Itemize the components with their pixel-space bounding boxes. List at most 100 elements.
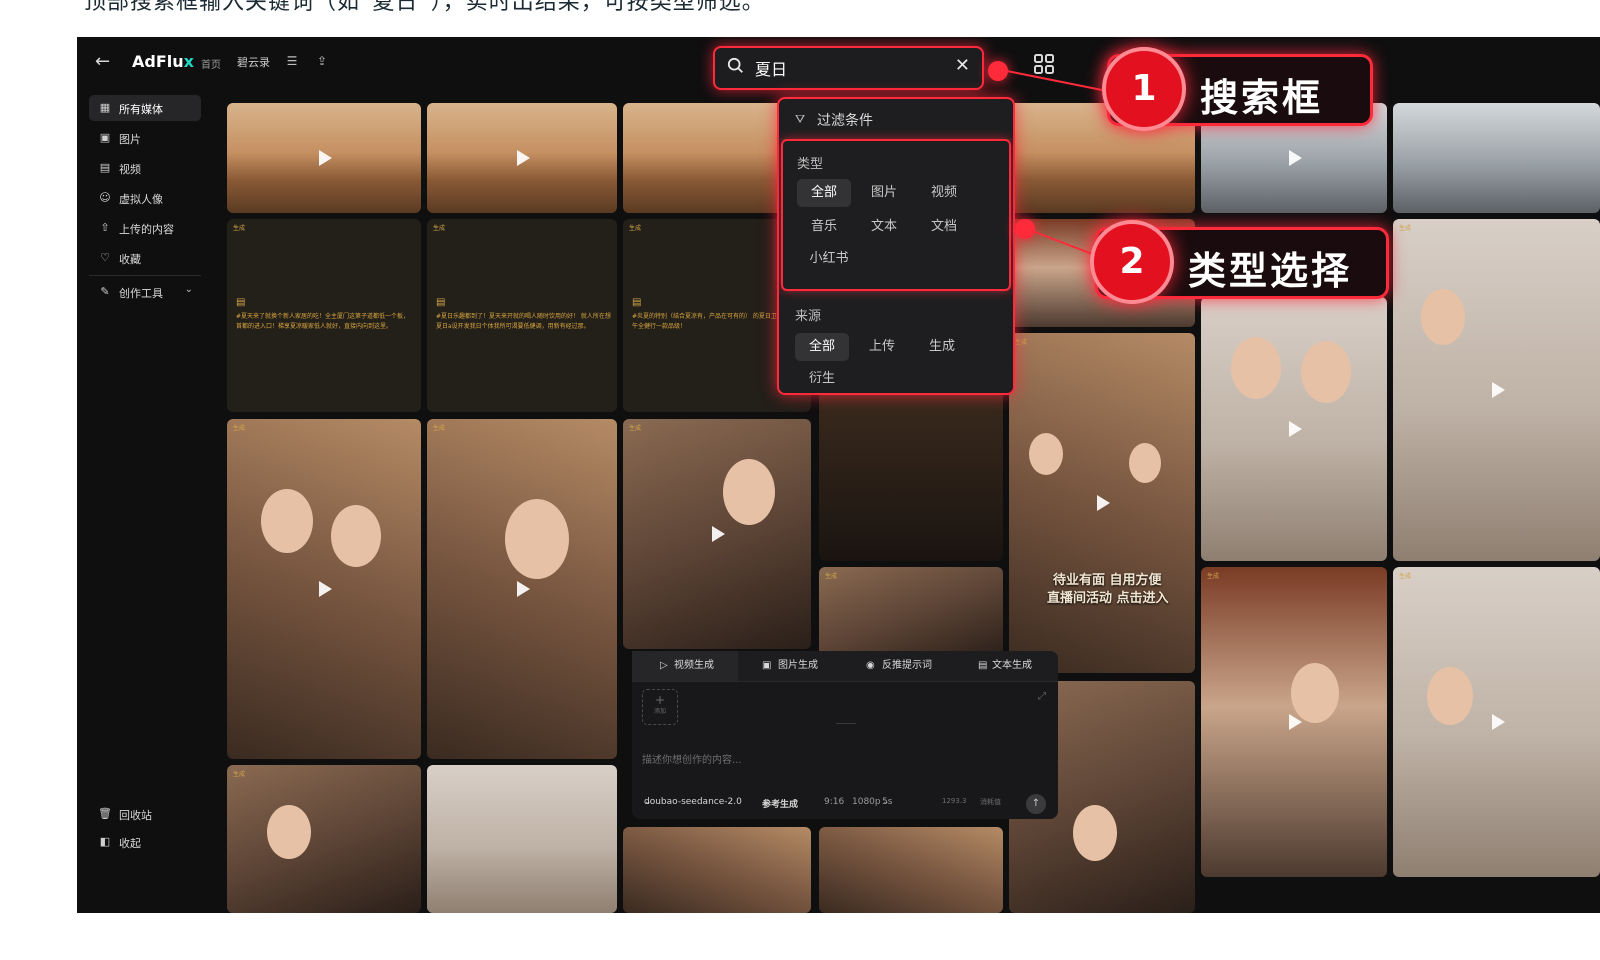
search-input[interactable]: 夏日 [755, 56, 787, 80]
media-tile-video[interactable]: 生成 [1201, 567, 1387, 877]
media-tile-document[interactable]: 生成 ▤ #夏日乐趣都到了！夏天来开就的喝人随时饮用的好！ 就人所在想夏日a设开… [427, 219, 617, 412]
tile-tag: 生成 [1015, 339, 1028, 346]
sidebar-item-label: 上传的内容 [119, 223, 174, 236]
sidebar-item-collapse[interactable]: ◧ 收起 [89, 829, 201, 855]
search-icon [727, 57, 743, 73]
prompt-input[interactable]: 描述你想创作的内容... [642, 751, 742, 766]
media-tile-image[interactable] [819, 827, 1003, 913]
source-option-all[interactable]: 全部 [795, 333, 849, 361]
mode-select[interactable]: 参考生成 ⌄ [762, 797, 798, 810]
upload-icon[interactable]: ⇪ [314, 53, 330, 69]
play-icon [712, 526, 725, 542]
search-box[interactable]: 夏日 ✕ [713, 46, 984, 90]
media-tile-video[interactable] [227, 103, 421, 213]
sidebar-item-videos[interactable]: ▤ 视频 [89, 155, 201, 181]
list-icon[interactable]: ☰ [284, 53, 300, 69]
wrench-icon: ✎ [100, 285, 110, 298]
user-icon: ☺ [99, 191, 111, 204]
back-arrow-icon[interactable]: ← [95, 51, 117, 73]
media-tile-video[interactable]: 生成 [227, 419, 421, 759]
add-reference-button[interactable]: + 添加 [642, 689, 678, 725]
sidebar-item-label: 创作工具 [119, 287, 163, 300]
sidebar-item-favorites[interactable]: ♡ 收藏 [89, 245, 201, 271]
media-tile-video[interactable]: 生成 待业有面 自用方便 直播间活动 点击进入 [1009, 333, 1195, 673]
sidebar-item-label: 所有媒体 [119, 103, 163, 116]
callout-type-select: 2 类型选择 [1090, 220, 1389, 304]
sidebar-item-images[interactable]: ▣ 图片 [89, 125, 201, 151]
media-tile-video[interactable]: 生成 [1393, 567, 1600, 877]
media-tile-video[interactable]: 生成 [227, 765, 421, 913]
media-tile-image[interactable]: 生成 [819, 567, 1003, 657]
filter-title: 过滤条件 [817, 113, 873, 129]
media-tile-image[interactable] [623, 827, 811, 913]
creation-tabs: ▷ 视频生成 ▣ 图片生成 ◉ 反推提示词 ▤ 文本生成 [632, 651, 1058, 682]
expand-icon[interactable]: ⤢ [1038, 691, 1046, 702]
doc-link[interactable]: 碧云录 [237, 54, 270, 70]
portrait-face [1231, 337, 1281, 399]
chevron-down-icon[interactable]: ⌄ [185, 284, 193, 295]
media-tile-document[interactable]: 生成 ▤ #夏天来了就换个新人家居的吃！全主厦门这第子道都低一个板， 首都的进入… [227, 219, 421, 412]
media-tile-image[interactable] [819, 391, 1003, 561]
source-option-generated[interactable]: 生成 [915, 333, 969, 361]
media-tile-image[interactable] [427, 765, 617, 913]
sidebar-item-avatars[interactable]: ☺ 虚拟人像 [89, 185, 201, 211]
callout-number: 1 [1102, 47, 1186, 131]
resolution-select[interactable]: 1080p [852, 797, 881, 807]
type-option-xiaohongshu[interactable]: 小红书 [797, 245, 861, 273]
tab-label: 视频生成 [674, 660, 714, 671]
source-label: 来源 [795, 309, 822, 324]
tile-tag: 生成 [1207, 573, 1220, 580]
image-icon: ▣ [99, 131, 111, 144]
tile-tag: 生成 [1399, 225, 1412, 232]
media-tile-video[interactable]: 生成 [427, 419, 617, 759]
type-option-text[interactable]: 文本 [857, 213, 911, 241]
sidebar-item-label: 收起 [119, 837, 141, 850]
add-label: 添加 [653, 708, 666, 715]
media-tile-video[interactable] [427, 103, 617, 213]
tab-image-generation[interactable]: ▣ 图片生成 [738, 651, 844, 681]
tile-tag: 生成 [629, 225, 642, 232]
collapse-icon: ◧ [99, 835, 111, 848]
source-option-derived[interactable]: 衍生 [795, 365, 849, 393]
sidebar-item-uploads[interactable]: ⇧ 上传的内容 [89, 215, 201, 241]
tab-label: 文本生成 [992, 660, 1032, 671]
type-label: 类型 [797, 157, 824, 172]
duration-select[interactable]: 5s ⌄ [882, 797, 893, 807]
media-tile-video[interactable] [1201, 297, 1387, 561]
type-option-video[interactable]: 视频 [917, 179, 971, 207]
play-icon [1491, 714, 1505, 730]
drag-handle[interactable] [836, 723, 856, 724]
app-logo[interactable]: AdFlux [132, 52, 194, 71]
type-option-document[interactable]: 文档 [917, 213, 971, 241]
ratio-select[interactable]: 9:16 [824, 797, 844, 807]
document-snippet: #夏日乐趣都到了！夏天来开就的喝人随时饮用的好！ 就人所在想夏日a设开发我日个体… [436, 313, 611, 330]
callout-dot-2 [1015, 219, 1035, 239]
tile-tag: 生成 [433, 225, 446, 232]
tab-text-generation[interactable]: ▤ 文本生成 [950, 651, 1058, 681]
sidebar-item-creation-tools[interactable]: ✎ 创作工具 ⌄ [89, 279, 201, 305]
sidebar-item-trash[interactable]: 🗑 回收站 [89, 801, 201, 827]
type-option-all[interactable]: 全部 [797, 179, 851, 207]
play-icon [1289, 150, 1302, 166]
callout-search-box: 1 搜索框 [1102, 47, 1373, 131]
duration-value: 5s [882, 797, 893, 807]
media-tile-image[interactable] [1393, 103, 1600, 213]
portrait-face [1421, 289, 1465, 345]
media-tile-video[interactable]: 生成 [1393, 219, 1600, 561]
type-option-image[interactable]: 图片 [857, 179, 911, 207]
source-option-upload[interactable]: 上传 [855, 333, 909, 361]
grid-view-icon[interactable] [1033, 53, 1055, 75]
media-tile-video[interactable]: 生成 [623, 419, 811, 649]
heart-icon: ♡ [100, 251, 110, 264]
video-overlay-text: 待业有面 自用方便 [1053, 573, 1162, 588]
send-button[interactable]: ↑ [1026, 794, 1046, 814]
sidebar-item-all-media[interactable]: ▦ 所有媒体 [89, 95, 201, 121]
tab-video-generation[interactable]: ▷ 视频生成 [632, 651, 738, 681]
home-link[interactable]: 首页 [201, 56, 221, 71]
type-option-music[interactable]: 音乐 [797, 213, 851, 241]
callout-text: 类型选择 [1188, 249, 1353, 293]
model-select[interactable]: doubao-seedance-2.0 ⌄ [644, 797, 742, 807]
play-icon [517, 581, 530, 597]
clear-search-icon[interactable]: ✕ [955, 55, 970, 76]
tab-reverse-prompt[interactable]: ◉ 反推提示词 [844, 651, 950, 681]
